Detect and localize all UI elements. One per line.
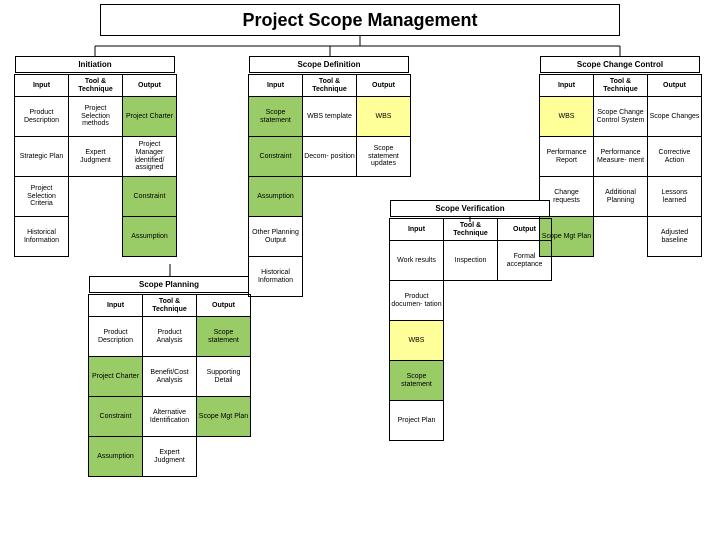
hdr-output: Output	[357, 75, 411, 97]
cell: Strategic Plan	[15, 137, 69, 177]
cell: Other Planning Output	[249, 217, 303, 257]
cell: Lessons learned	[648, 177, 702, 217]
cell: Product Analysis	[143, 317, 197, 357]
section-definition: Scope Definition	[249, 56, 409, 73]
cell: Additional Planning	[594, 177, 648, 217]
cell: Work results	[390, 241, 444, 281]
table-planning: InputTool & TechniqueOutput Product Desc…	[88, 294, 251, 477]
cell: Formal acceptance	[498, 241, 552, 281]
cell: Assumption	[123, 217, 177, 257]
cell: Supporting Detail	[197, 357, 251, 397]
cell: Product documen- tation	[390, 281, 444, 321]
section-initiation: Initiation	[15, 56, 175, 73]
cell: Benefit/Cost Analysis	[143, 357, 197, 397]
cell: Historical Information	[249, 257, 303, 297]
cell: Scope Change Control System	[594, 97, 648, 137]
hdr-input: Input	[390, 219, 444, 241]
hdr-tool: Tool & Technique	[69, 75, 123, 97]
section-change: Scope Change Control	[540, 56, 700, 73]
cell: Project Charter	[89, 357, 143, 397]
hdr-input: Input	[249, 75, 303, 97]
cell: Scope statement updates	[357, 137, 411, 177]
cell: Decom- position	[303, 137, 357, 177]
section-planning: Scope Planning	[89, 276, 249, 293]
page-title: Project Scope Management	[100, 4, 620, 36]
hdr-output: Output	[498, 219, 552, 241]
cell: Constraint	[249, 137, 303, 177]
cell: Product Description	[89, 317, 143, 357]
cell: Scope Mgt Plan	[197, 397, 251, 437]
section-verification: Scope Verification	[390, 200, 550, 217]
cell: Scope statement	[197, 317, 251, 357]
hdr-input: Input	[15, 75, 69, 97]
table-verification: InputTool & TechniqueOutput Work results…	[389, 218, 552, 441]
cell: Inspection	[444, 241, 498, 281]
cell: Product Description	[15, 97, 69, 137]
hdr-output: Output	[648, 75, 702, 97]
cell: Scope Changes	[648, 97, 702, 137]
cell: Assumption	[249, 177, 303, 217]
cell: Project Charter	[123, 97, 177, 137]
hdr-tool: Tool & Technique	[444, 219, 498, 241]
cell: Expert Judgment	[143, 437, 197, 477]
table-definition: InputTool & TechniqueOutput Scope statem…	[248, 74, 411, 297]
cell: Corrective Action	[648, 137, 702, 177]
cell: Project Manager identified/ assigned	[123, 137, 177, 177]
hdr-tool: Tool & Technique	[594, 75, 648, 97]
cell: Constraint	[89, 397, 143, 437]
cell: Scope statement	[249, 97, 303, 137]
hdr-tool: Tool & Technique	[303, 75, 357, 97]
cell: Assumption	[89, 437, 143, 477]
cell: Alternative Identification	[143, 397, 197, 437]
table-initiation: InputTool & TechniqueOutput Product Desc…	[14, 74, 177, 257]
table-change: InputTool & TechniqueOutput WBSScope Cha…	[539, 74, 702, 257]
cell: Project Selection Criteria	[15, 177, 69, 217]
cell: Expert Judgment	[69, 137, 123, 177]
cell: Performance Report	[540, 137, 594, 177]
cell: WBS template	[303, 97, 357, 137]
cell: Adjusted baseline	[648, 217, 702, 257]
hdr-input: Input	[89, 295, 143, 317]
hdr-tool: Tool & Technique	[143, 295, 197, 317]
cell: WBS	[357, 97, 411, 137]
cell: Performance Measure- ment	[594, 137, 648, 177]
hdr-output: Output	[197, 295, 251, 317]
cell: Project Plan	[390, 401, 444, 441]
cell: Historical Information	[15, 217, 69, 257]
cell: WBS	[540, 97, 594, 137]
cell: Scope statement	[390, 361, 444, 401]
cell: Project Selection methods	[69, 97, 123, 137]
hdr-output: Output	[123, 75, 177, 97]
cell: Constraint	[123, 177, 177, 217]
cell: WBS	[390, 321, 444, 361]
hdr-input: Input	[540, 75, 594, 97]
